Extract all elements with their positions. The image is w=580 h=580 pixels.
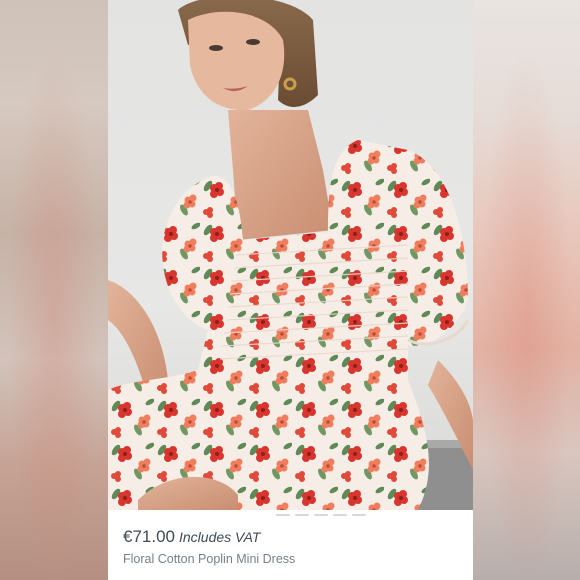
pagination-dot[interactable] [295, 514, 309, 516]
pagination-dot[interactable] [333, 514, 347, 516]
product-photo-illustration [108, 0, 473, 510]
price: €71.00 [123, 527, 175, 546]
listing-screen: €71.00 Includes VAT Floral Cotton Poplin … [0, 0, 580, 580]
image-pagination[interactable] [276, 514, 366, 516]
pagination-dot[interactable] [352, 514, 366, 516]
product-card[interactable]: €71.00 Includes VAT Floral Cotton Poplin … [108, 0, 473, 580]
product-title[interactable]: Floral Cotton Poplin Mini Dress [123, 552, 295, 566]
blurred-background-right [473, 0, 580, 580]
listing-caption: €71.00 Includes VAT Floral Cotton Poplin … [108, 510, 473, 580]
pagination-dot[interactable] [314, 514, 328, 516]
price-note: Includes VAT [179, 529, 261, 545]
pagination-dot[interactable] [276, 514, 290, 516]
product-photo[interactable] [108, 0, 473, 510]
price-row: €71.00 Includes VAT [123, 527, 260, 547]
blurred-background-left [0, 0, 108, 580]
